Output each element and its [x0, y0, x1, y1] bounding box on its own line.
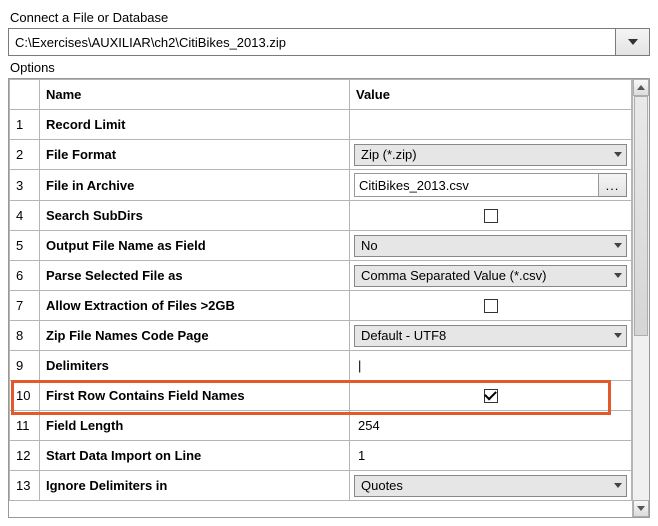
row-index: 4	[10, 201, 40, 231]
table-row: 7Allow Extraction of Files >2GB	[10, 291, 632, 321]
row-index: 6	[10, 261, 40, 291]
value-checkbox-wrap	[356, 389, 625, 403]
value-dropdown[interactable]: Zip (*.zip)	[354, 144, 627, 166]
checkbox[interactable]	[484, 389, 498, 403]
dropdown-text: Quotes	[361, 478, 403, 493]
scroll-up-button[interactable]	[633, 79, 649, 96]
chevron-down-icon	[614, 483, 622, 488]
row-value-cell[interactable]	[350, 291, 632, 321]
dropdown-text: Comma Separated Value (*.csv)	[361, 268, 546, 283]
checkbox[interactable]	[484, 209, 498, 223]
row-value-cell[interactable]: Quotes	[350, 471, 632, 501]
row-value-cell[interactable]: Zip (*.zip)	[350, 140, 632, 170]
row-index: 8	[10, 321, 40, 351]
grid-header-row: Name Value	[10, 80, 632, 110]
value-text[interactable]: 1	[356, 448, 365, 463]
options-grid: Name Value 1Record Limit2File FormatZip …	[9, 79, 632, 501]
grid-header-name: Name	[40, 80, 350, 110]
dropdown-text: Zip (*.zip)	[361, 147, 417, 162]
options-label: Options	[10, 60, 650, 75]
row-name: First Row Contains Field Names	[40, 381, 350, 411]
row-index: 2	[10, 140, 40, 170]
row-name: Output File Name as Field	[40, 231, 350, 261]
value-dropdown[interactable]: Default - UTF8	[354, 325, 627, 347]
checkbox[interactable]	[484, 299, 498, 313]
value-dropdown[interactable]: Quotes	[354, 475, 627, 497]
table-row: 12Start Data Import on Line 1	[10, 441, 632, 471]
table-row: 13Ignore Delimiters in Quotes	[10, 471, 632, 501]
browse-text[interactable]: CitiBikes_2013.csv	[354, 173, 599, 197]
row-value-cell[interactable]: 1	[350, 441, 632, 471]
vertical-scrollbar[interactable]	[632, 79, 649, 517]
table-row: 5Output File Name as Field No	[10, 231, 632, 261]
value-browse: CitiBikes_2013.csv...	[354, 173, 627, 197]
row-name: Field Length	[40, 411, 350, 441]
row-value-cell[interactable]: 254	[350, 411, 632, 441]
value-dropdown[interactable]: No	[354, 235, 627, 257]
connect-label: Connect a File or Database	[10, 10, 650, 25]
row-index: 9	[10, 351, 40, 381]
chevron-down-icon	[628, 39, 638, 45]
value-text[interactable]: 254	[356, 418, 380, 433]
row-index: 10	[10, 381, 40, 411]
chevron-down-icon	[614, 243, 622, 248]
chevron-down-icon	[614, 333, 622, 338]
row-index: 13	[10, 471, 40, 501]
table-row: 11Field Length 254	[10, 411, 632, 441]
row-name: Delimiters	[40, 351, 350, 381]
file-path-row	[8, 28, 650, 56]
row-name: File Format	[40, 140, 350, 170]
value-checkbox-wrap	[356, 209, 625, 223]
row-value-cell[interactable]: CitiBikes_2013.csv...	[350, 170, 632, 201]
row-value-cell[interactable]: |	[350, 351, 632, 381]
chevron-down-icon	[637, 506, 645, 511]
browse-button[interactable]: ...	[599, 173, 627, 197]
row-name: File in Archive	[40, 170, 350, 201]
options-panel: Name Value 1Record Limit2File FormatZip …	[8, 78, 650, 518]
row-value-cell[interactable]	[350, 201, 632, 231]
row-name: Ignore Delimiters in	[40, 471, 350, 501]
row-name: Search SubDirs	[40, 201, 350, 231]
file-path-input[interactable]	[8, 28, 616, 56]
table-row: 2File Format Zip (*.zip)	[10, 140, 632, 170]
dropdown-text: Default - UTF8	[361, 328, 446, 343]
scroll-track[interactable]	[633, 96, 649, 500]
row-index: 5	[10, 231, 40, 261]
table-row: 1Record Limit	[10, 110, 632, 140]
row-value-cell[interactable]	[350, 110, 632, 140]
table-row: 6Parse Selected File as Comma Separated V…	[10, 261, 632, 291]
table-row: 10First Row Contains Field Names	[10, 381, 632, 411]
row-index: 12	[10, 441, 40, 471]
chevron-down-icon	[614, 273, 622, 278]
grid-header-blank	[10, 80, 40, 110]
row-name: Start Data Import on Line	[40, 441, 350, 471]
row-index: 7	[10, 291, 40, 321]
table-row: 9Delimiters |	[10, 351, 632, 381]
scroll-down-button[interactable]	[633, 500, 649, 517]
row-value-cell[interactable]	[350, 381, 632, 411]
row-value-cell[interactable]: Comma Separated Value (*.csv)	[350, 261, 632, 291]
row-name: Allow Extraction of Files >2GB	[40, 291, 350, 321]
table-row: 4Search SubDirs	[10, 201, 632, 231]
value-dropdown[interactable]: Comma Separated Value (*.csv)	[354, 265, 627, 287]
row-name: Record Limit	[40, 110, 350, 140]
table-row: 8Zip File Names Code Page Default - UTF8	[10, 321, 632, 351]
row-name: Parse Selected File as	[40, 261, 350, 291]
file-path-dropdown-button[interactable]	[616, 28, 650, 56]
row-index: 1	[10, 110, 40, 140]
chevron-up-icon	[637, 85, 645, 90]
row-value-cell[interactable]: Default - UTF8	[350, 321, 632, 351]
row-value-cell[interactable]: No	[350, 231, 632, 261]
table-row: 3File in ArchiveCitiBikes_2013.csv...	[10, 170, 632, 201]
row-index: 3	[10, 170, 40, 201]
chevron-down-icon	[614, 152, 622, 157]
grid-header-value: Value	[350, 80, 632, 110]
dropdown-text: No	[361, 238, 378, 253]
row-index: 11	[10, 411, 40, 441]
row-name: Zip File Names Code Page	[40, 321, 350, 351]
value-text[interactable]: |	[356, 358, 361, 373]
scroll-thumb[interactable]	[634, 96, 648, 336]
value-checkbox-wrap	[356, 299, 625, 313]
